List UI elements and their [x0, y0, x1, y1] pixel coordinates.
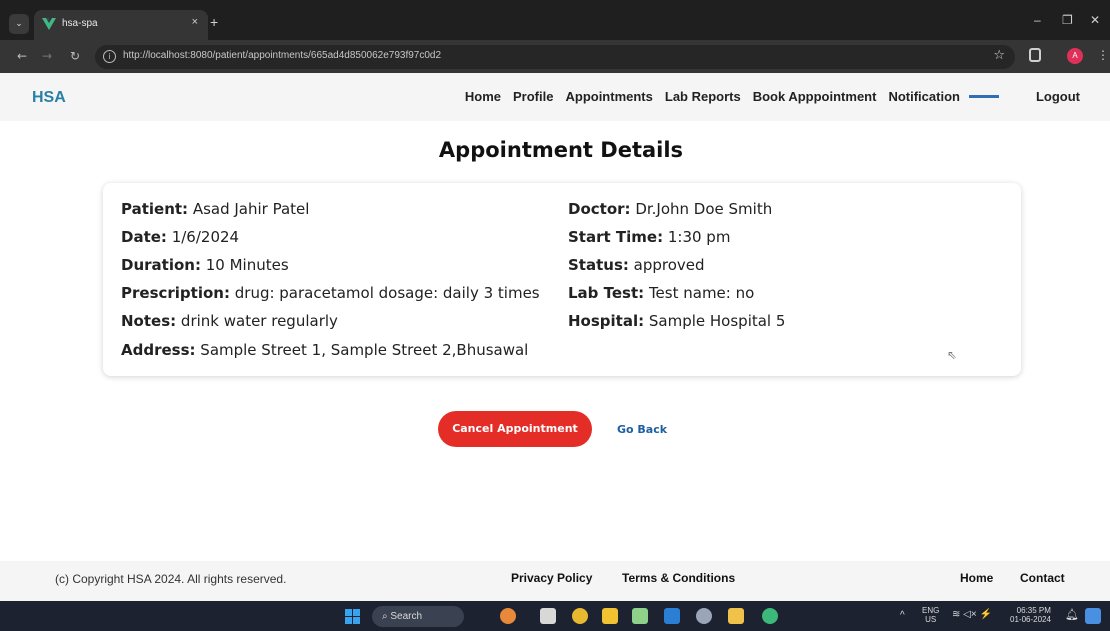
taskbar-search-label: Search	[390, 611, 423, 622]
detail-value: Dr.John Doe Smith	[635, 200, 773, 218]
notification-indicator	[968, 95, 999, 98]
detail-label: Address:	[121, 341, 196, 359]
network-sound-battery-icons[interactable]: ≋ ◁× ⚡	[952, 609, 992, 620]
vue-favicon-icon	[42, 18, 56, 30]
detail-start-time: Start Time: 1:30 pm	[568, 228, 730, 246]
detail-duration: Duration: 10 Minutes	[121, 256, 289, 274]
footer: (c) Copyright HSA 2024. All rights reser…	[0, 561, 1110, 601]
windows-start-icon[interactable]	[345, 609, 360, 624]
url-text[interactable]: http://localhost:8080/patient/appointmen…	[123, 50, 441, 61]
detail-value: drink water regularly	[180, 312, 338, 330]
brand-logo[interactable]: HSA	[32, 89, 66, 107]
clock-date: 01-06-2024	[1010, 615, 1051, 624]
detail-value: approved	[633, 256, 705, 274]
detail-status: Status: approved	[568, 256, 705, 274]
detail-label: Start Time:	[568, 228, 664, 246]
language-indicator[interactable]: ENG US	[922, 606, 939, 624]
detail-value: Asad Jahir Patel	[192, 200, 310, 218]
browser-toolbar: ← → ↻ i http://localhost:8080/patient/ap…	[0, 40, 1110, 73]
clock-time: 06:35 PM	[1016, 606, 1051, 615]
detail-lab-test: Lab Test: Test name: no	[568, 284, 754, 302]
notepad-icon[interactable]	[632, 608, 648, 624]
os-taskbar: ⌕ Search ^ ENG US ≋ ◁× ⚡ 06:35 PM 01-06-20…	[0, 601, 1110, 631]
copyright-text: (c) Copyright HSA 2024. All rights reser…	[55, 572, 287, 586]
nav-link-appointments[interactable]: Appointments	[565, 89, 652, 104]
copilot-icon[interactable]	[1085, 608, 1101, 624]
footer-contact-link[interactable]: Contact	[1020, 571, 1065, 585]
go-back-link[interactable]: Go Back	[617, 423, 667, 436]
detail-prescription: Prescription: drug: paracetamol dosage: …	[121, 284, 540, 302]
browser-tab-bar: ⌄ hsa-spa × + – ❐ ✕	[0, 0, 1110, 40]
bookmark-star-icon[interactable]: ☆	[993, 48, 1005, 63]
detail-value: 1:30 pm	[667, 228, 731, 246]
detail-value: Sample Hospital 5	[648, 312, 786, 330]
nav-link-logout[interactable]: Logout	[1036, 89, 1080, 104]
cancel-appointment-button[interactable]: Cancel Appointment	[438, 411, 592, 447]
nav-link-home[interactable]: Home	[465, 89, 501, 104]
detail-value: Sample Street 1, Sample Street 2,Bhusawa…	[200, 341, 529, 359]
vscode-icon[interactable]	[664, 608, 680, 624]
browser-tab[interactable]: hsa-spa ×	[34, 10, 208, 40]
notification-bell-icon[interactable]: 🔔︎	[1065, 608, 1079, 621]
close-window-icon[interactable]: ✕	[1090, 13, 1100, 27]
site-info-icon[interactable]: i	[103, 50, 116, 63]
nav-link-notification[interactable]: Notification	[888, 89, 960, 104]
whatsapp-icon[interactable]	[762, 608, 778, 624]
app-navbar: HSA Home Profile Appointments Lab Report…	[0, 73, 1110, 121]
lang-text: ENG	[922, 606, 940, 615]
file-explorer-icon[interactable]	[602, 608, 618, 624]
folder-icon[interactable]	[728, 608, 744, 624]
terms-link[interactable]: Terms & Conditions	[622, 571, 735, 585]
settings-gear-icon[interactable]	[696, 608, 712, 624]
detail-label: Date:	[121, 228, 167, 246]
detail-notes: Notes: drink water regularly	[121, 312, 338, 330]
detail-label: Prescription:	[121, 284, 230, 302]
tab-title: hsa-spa	[62, 18, 98, 29]
detail-value: Test name: no	[648, 284, 755, 302]
detail-value: 1/6/2024	[171, 228, 240, 246]
clock[interactable]: 06:35 PM 01-06-2024	[1010, 606, 1051, 624]
page-title: Appointment Details	[438, 138, 684, 162]
detail-label: Hospital:	[568, 312, 645, 330]
detail-hospital: Hospital: Sample Hospital 5	[568, 312, 785, 330]
tab-search-chevron-icon[interactable]: ⌄	[9, 14, 29, 34]
privacy-policy-link[interactable]: Privacy Policy	[511, 571, 592, 585]
task-view-icon[interactable]	[540, 608, 556, 624]
detail-label: Notes:	[121, 312, 177, 330]
new-tab-button[interactable]: +	[210, 14, 218, 30]
detail-label: Duration:	[121, 256, 201, 274]
mouse-cursor-icon: ⇖	[947, 348, 958, 362]
extensions-icon[interactable]	[1029, 48, 1041, 62]
detail-label: Patient:	[121, 200, 189, 218]
taskbar-app-icon[interactable]	[500, 608, 516, 624]
detail-label: Lab Test:	[568, 284, 645, 302]
detail-label: Doctor:	[568, 200, 631, 218]
tab-close-icon[interactable]: ×	[192, 16, 198, 28]
forward-arrow-icon[interactable]: →	[42, 49, 52, 63]
minimize-icon[interactable]: –	[1034, 13, 1041, 27]
detail-patient: Patient: Asad Jahir Patel	[121, 200, 309, 218]
reload-icon[interactable]: ↻	[70, 49, 80, 63]
nav-link-lab-reports[interactable]: Lab Reports	[665, 89, 741, 104]
detail-value: drug: paracetamol dosage: daily 3 times	[234, 284, 540, 302]
profile-avatar[interactable]: A	[1067, 48, 1083, 64]
browser-menu-icon[interactable]: ⋮	[1097, 48, 1109, 62]
appointment-details-card: Patient: Asad Jahir Patel Date: 1/6/2024…	[103, 183, 1021, 376]
back-arrow-icon[interactable]: ←	[17, 49, 27, 63]
detail-address: Address: Sample Street 1, Sample Street …	[121, 341, 528, 359]
tray-chevron-icon[interactable]: ^	[900, 610, 905, 621]
address-bar[interactable]: i http://localhost:8080/patient/appointm…	[95, 45, 1015, 69]
detail-date: Date: 1/6/2024	[121, 228, 239, 246]
detail-value: 10 Minutes	[205, 256, 289, 274]
detail-doctor: Doctor: Dr.John Doe Smith	[568, 200, 772, 218]
detail-label: Status:	[568, 256, 629, 274]
region-text: US	[925, 615, 937, 624]
nav-links: Home Profile Appointments Lab Reports Bo…	[453, 89, 1080, 104]
restore-icon[interactable]: ❐	[1062, 13, 1073, 27]
taskbar-search[interactable]: ⌕ Search	[372, 606, 464, 627]
chrome-icon[interactable]	[572, 608, 588, 624]
nav-link-book-appointment[interactable]: Book Apppointment	[753, 89, 877, 104]
footer-home-link[interactable]: Home	[960, 571, 993, 585]
nav-link-profile[interactable]: Profile	[513, 89, 553, 104]
